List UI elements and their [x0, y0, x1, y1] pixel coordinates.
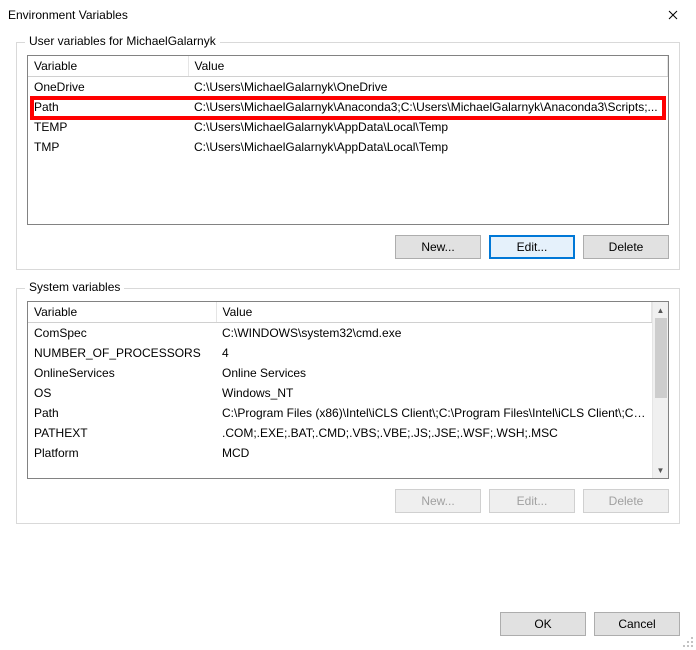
- system-edit-button[interactable]: Edit...: [489, 489, 575, 513]
- cell-val: 4: [216, 343, 652, 363]
- table-header-row: Variable Value: [28, 302, 652, 323]
- table-row[interactable]: OS Windows_NT: [28, 383, 652, 403]
- cell-var: OnlineServices: [28, 363, 216, 383]
- table-header-row: Variable Value: [28, 56, 668, 77]
- cell-val: MCD: [216, 443, 652, 463]
- table-row[interactable]: OneDrive C:\Users\MichaelGalarnyk\OneDri…: [28, 77, 668, 98]
- user-group-label: User variables for MichaelGalarnyk: [25, 34, 220, 48]
- user-edit-button[interactable]: Edit...: [489, 235, 575, 259]
- system-vars-table: Variable Value ComSpec C:\WINDOWS\system…: [28, 302, 652, 463]
- cell-var: OS: [28, 383, 216, 403]
- table-row[interactable]: TMP C:\Users\MichaelGalarnyk\AppData\Loc…: [28, 137, 668, 157]
- scroll-down-arrow[interactable]: ▼: [653, 462, 668, 478]
- cell-val: C:\Users\MichaelGalarnyk\AppData\Local\T…: [188, 137, 668, 157]
- user-vars-table: Variable Value OneDrive C:\Users\Michael…: [28, 56, 668, 157]
- table-row[interactable]: Path C:\Program Files (x86)\Intel\iCLS C…: [28, 403, 652, 423]
- user-vars-table-wrap[interactable]: Variable Value OneDrive C:\Users\Michael…: [27, 55, 669, 225]
- table-row[interactable]: Platform MCD: [28, 443, 652, 463]
- col-variable[interactable]: Variable: [28, 56, 188, 77]
- system-scrollbar[interactable]: ▲ ▼: [652, 302, 668, 478]
- cell-var: Platform: [28, 443, 216, 463]
- cell-var: PATHEXT: [28, 423, 216, 443]
- cell-var: OneDrive: [28, 77, 188, 98]
- cell-val: C:\Users\MichaelGalarnyk\OneDrive: [188, 77, 668, 98]
- cell-var: Path: [28, 403, 216, 423]
- env-vars-dialog: Environment Variables User variables for…: [0, 0, 696, 650]
- system-vars-table-wrap[interactable]: Variable Value ComSpec C:\WINDOWS\system…: [27, 301, 669, 479]
- cell-var: ComSpec: [28, 323, 216, 344]
- cell-val: C:\Program Files (x86)\Intel\iCLS Client…: [216, 403, 652, 423]
- col-value[interactable]: Value: [216, 302, 652, 323]
- cell-val: C:\Users\MichaelGalarnyk\Anaconda3;C:\Us…: [188, 97, 668, 117]
- system-buttons: New... Edit... Delete: [27, 489, 669, 513]
- user-new-button[interactable]: New...: [395, 235, 481, 259]
- content-area: User variables for MichaelGalarnyk Varia…: [0, 30, 696, 612]
- cell-var: NUMBER_OF_PROCESSORS: [28, 343, 216, 363]
- cell-var: TMP: [28, 137, 188, 157]
- cancel-button[interactable]: Cancel: [594, 612, 680, 636]
- user-buttons: New... Edit... Delete: [27, 235, 669, 259]
- table-row[interactable]: PATHEXT .COM;.EXE;.BAT;.CMD;.VBS;.VBE;.J…: [28, 423, 652, 443]
- system-delete-button[interactable]: Delete: [583, 489, 669, 513]
- close-button[interactable]: [650, 0, 696, 30]
- cell-var: Path: [28, 97, 188, 117]
- scroll-up-arrow[interactable]: ▲: [653, 302, 668, 318]
- ok-button[interactable]: OK: [500, 612, 586, 636]
- table-row[interactable]: OnlineServices Online Services: [28, 363, 652, 383]
- close-icon: [668, 10, 678, 20]
- cell-val: .COM;.EXE;.BAT;.CMD;.VBS;.VBE;.JS;.JSE;.…: [216, 423, 652, 443]
- window-title: Environment Variables: [8, 8, 128, 22]
- system-new-button[interactable]: New...: [395, 489, 481, 513]
- col-value[interactable]: Value: [188, 56, 668, 77]
- cell-var: TEMP: [28, 117, 188, 137]
- table-row[interactable]: ComSpec C:\WINDOWS\system32\cmd.exe: [28, 323, 652, 344]
- scroll-thumb[interactable]: [655, 318, 667, 398]
- footer-buttons: OK Cancel: [0, 612, 696, 650]
- cell-val: C:\Users\MichaelGalarnyk\AppData\Local\T…: [188, 117, 668, 137]
- user-variables-group: User variables for MichaelGalarnyk Varia…: [16, 42, 680, 270]
- table-row[interactable]: Path C:\Users\MichaelGalarnyk\Anaconda3;…: [28, 97, 668, 117]
- cell-val: Windows_NT: [216, 383, 652, 403]
- system-group-label: System variables: [25, 280, 124, 294]
- resize-grip-icon[interactable]: [682, 636, 694, 648]
- user-delete-button[interactable]: Delete: [583, 235, 669, 259]
- table-row[interactable]: TEMP C:\Users\MichaelGalarnyk\AppData\Lo…: [28, 117, 668, 137]
- table-row[interactable]: NUMBER_OF_PROCESSORS 4: [28, 343, 652, 363]
- col-variable[interactable]: Variable: [28, 302, 216, 323]
- system-variables-group: System variables Variable Value ComSpec …: [16, 288, 680, 524]
- cell-val: Online Services: [216, 363, 652, 383]
- cell-val: C:\WINDOWS\system32\cmd.exe: [216, 323, 652, 344]
- titlebar: Environment Variables: [0, 0, 696, 30]
